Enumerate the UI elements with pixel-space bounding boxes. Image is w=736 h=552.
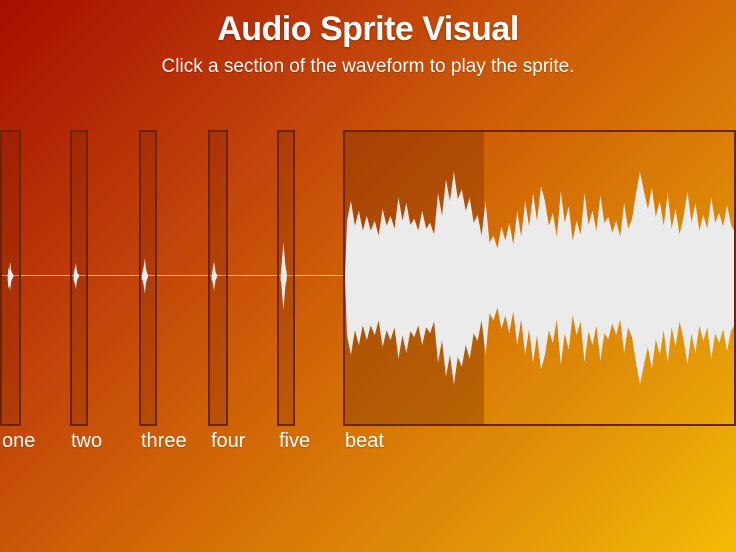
beat-waveform [345, 171, 734, 385]
sprite-one-region[interactable] [0, 130, 21, 426]
sprite-label-three[interactable]: three [141, 430, 187, 453]
sprite-label-four[interactable]: four [211, 430, 245, 453]
sprite-beat-region[interactable] [343, 130, 736, 426]
sprite-two-region[interactable] [70, 130, 88, 426]
waveform-area: one two three four five beat [0, 0, 736, 552]
sprite-five-region[interactable] [277, 130, 295, 426]
sprite-label-five[interactable]: five [279, 430, 310, 453]
waveform-blip [7, 261, 14, 291]
sprite-four-region[interactable] [208, 130, 228, 426]
sprite-three-region[interactable] [139, 130, 157, 426]
sprite-label-beat[interactable]: beat [345, 430, 384, 453]
waveform-blip [280, 242, 287, 310]
waveform-blip [211, 261, 218, 291]
sprite-label-one[interactable]: one [2, 430, 35, 453]
waveform-blip [141, 258, 148, 294]
waveform-blip [73, 263, 79, 289]
sprite-label-two[interactable]: two [71, 430, 102, 453]
